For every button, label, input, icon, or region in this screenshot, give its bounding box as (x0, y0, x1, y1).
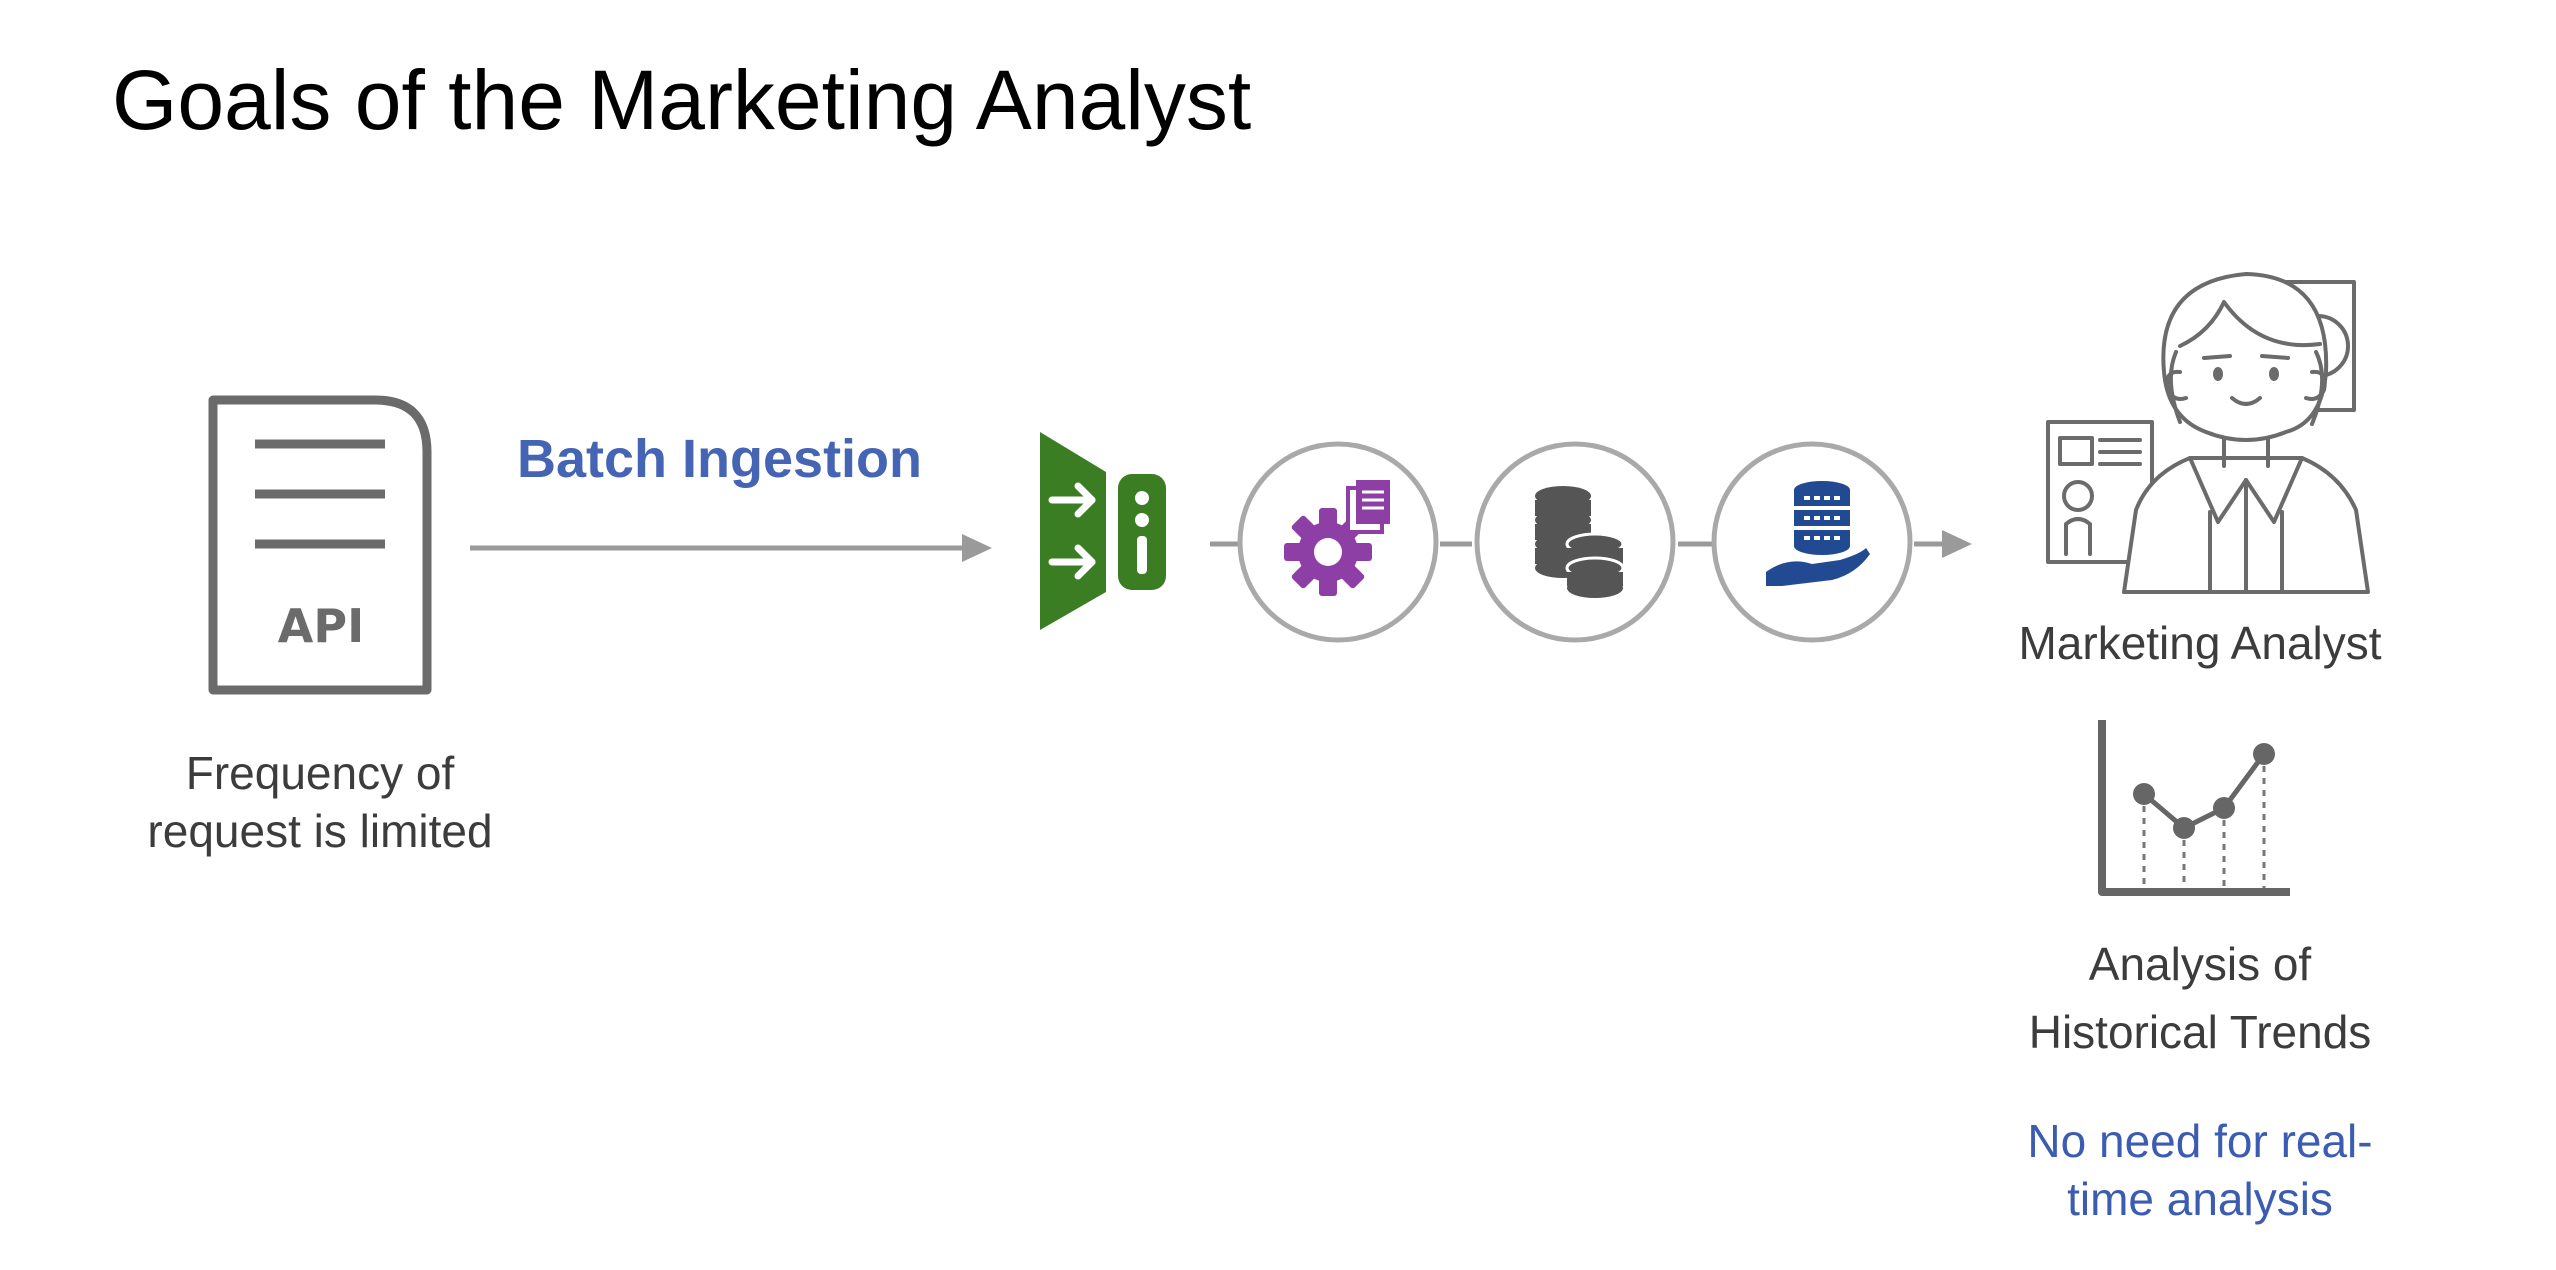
trend-caption: Analysis of Historical Trends (1970, 930, 2430, 1066)
storage-step-circle (1474, 441, 1676, 643)
source-caption: Frequency of request is limited (105, 744, 535, 860)
trend-caption-line2: Historical Trends (2028, 1006, 2372, 1058)
slide-title: Goals of the Marketing Analyst (112, 53, 1252, 147)
realtime-note-line2: time analysis (2067, 1173, 2333, 1225)
serving-step-circle (1711, 441, 1913, 643)
ingest-gateway-icon (1040, 432, 1166, 630)
source-caption-line1: Frequency of (185, 747, 455, 799)
trend-caption-line1: Analysis of (2088, 938, 2312, 990)
realtime-note-line1: No need for real- (2027, 1115, 2373, 1167)
processing-step-circle (1237, 441, 1439, 643)
ingestion-arrow (470, 534, 992, 562)
api-document-icon: API (208, 395, 432, 695)
source-caption-line2: request is limited (147, 805, 493, 857)
marketing-analyst-illustration (2046, 272, 2370, 594)
realtime-note: No need for real- time analysis (1970, 1112, 2430, 1228)
api-icon-text: API (278, 599, 364, 653)
analyst-label: Marketing Analyst (2018, 617, 2382, 669)
batch-ingestion-label: Batch Ingestion (517, 429, 923, 489)
trend-chart-icon (2098, 720, 2290, 896)
